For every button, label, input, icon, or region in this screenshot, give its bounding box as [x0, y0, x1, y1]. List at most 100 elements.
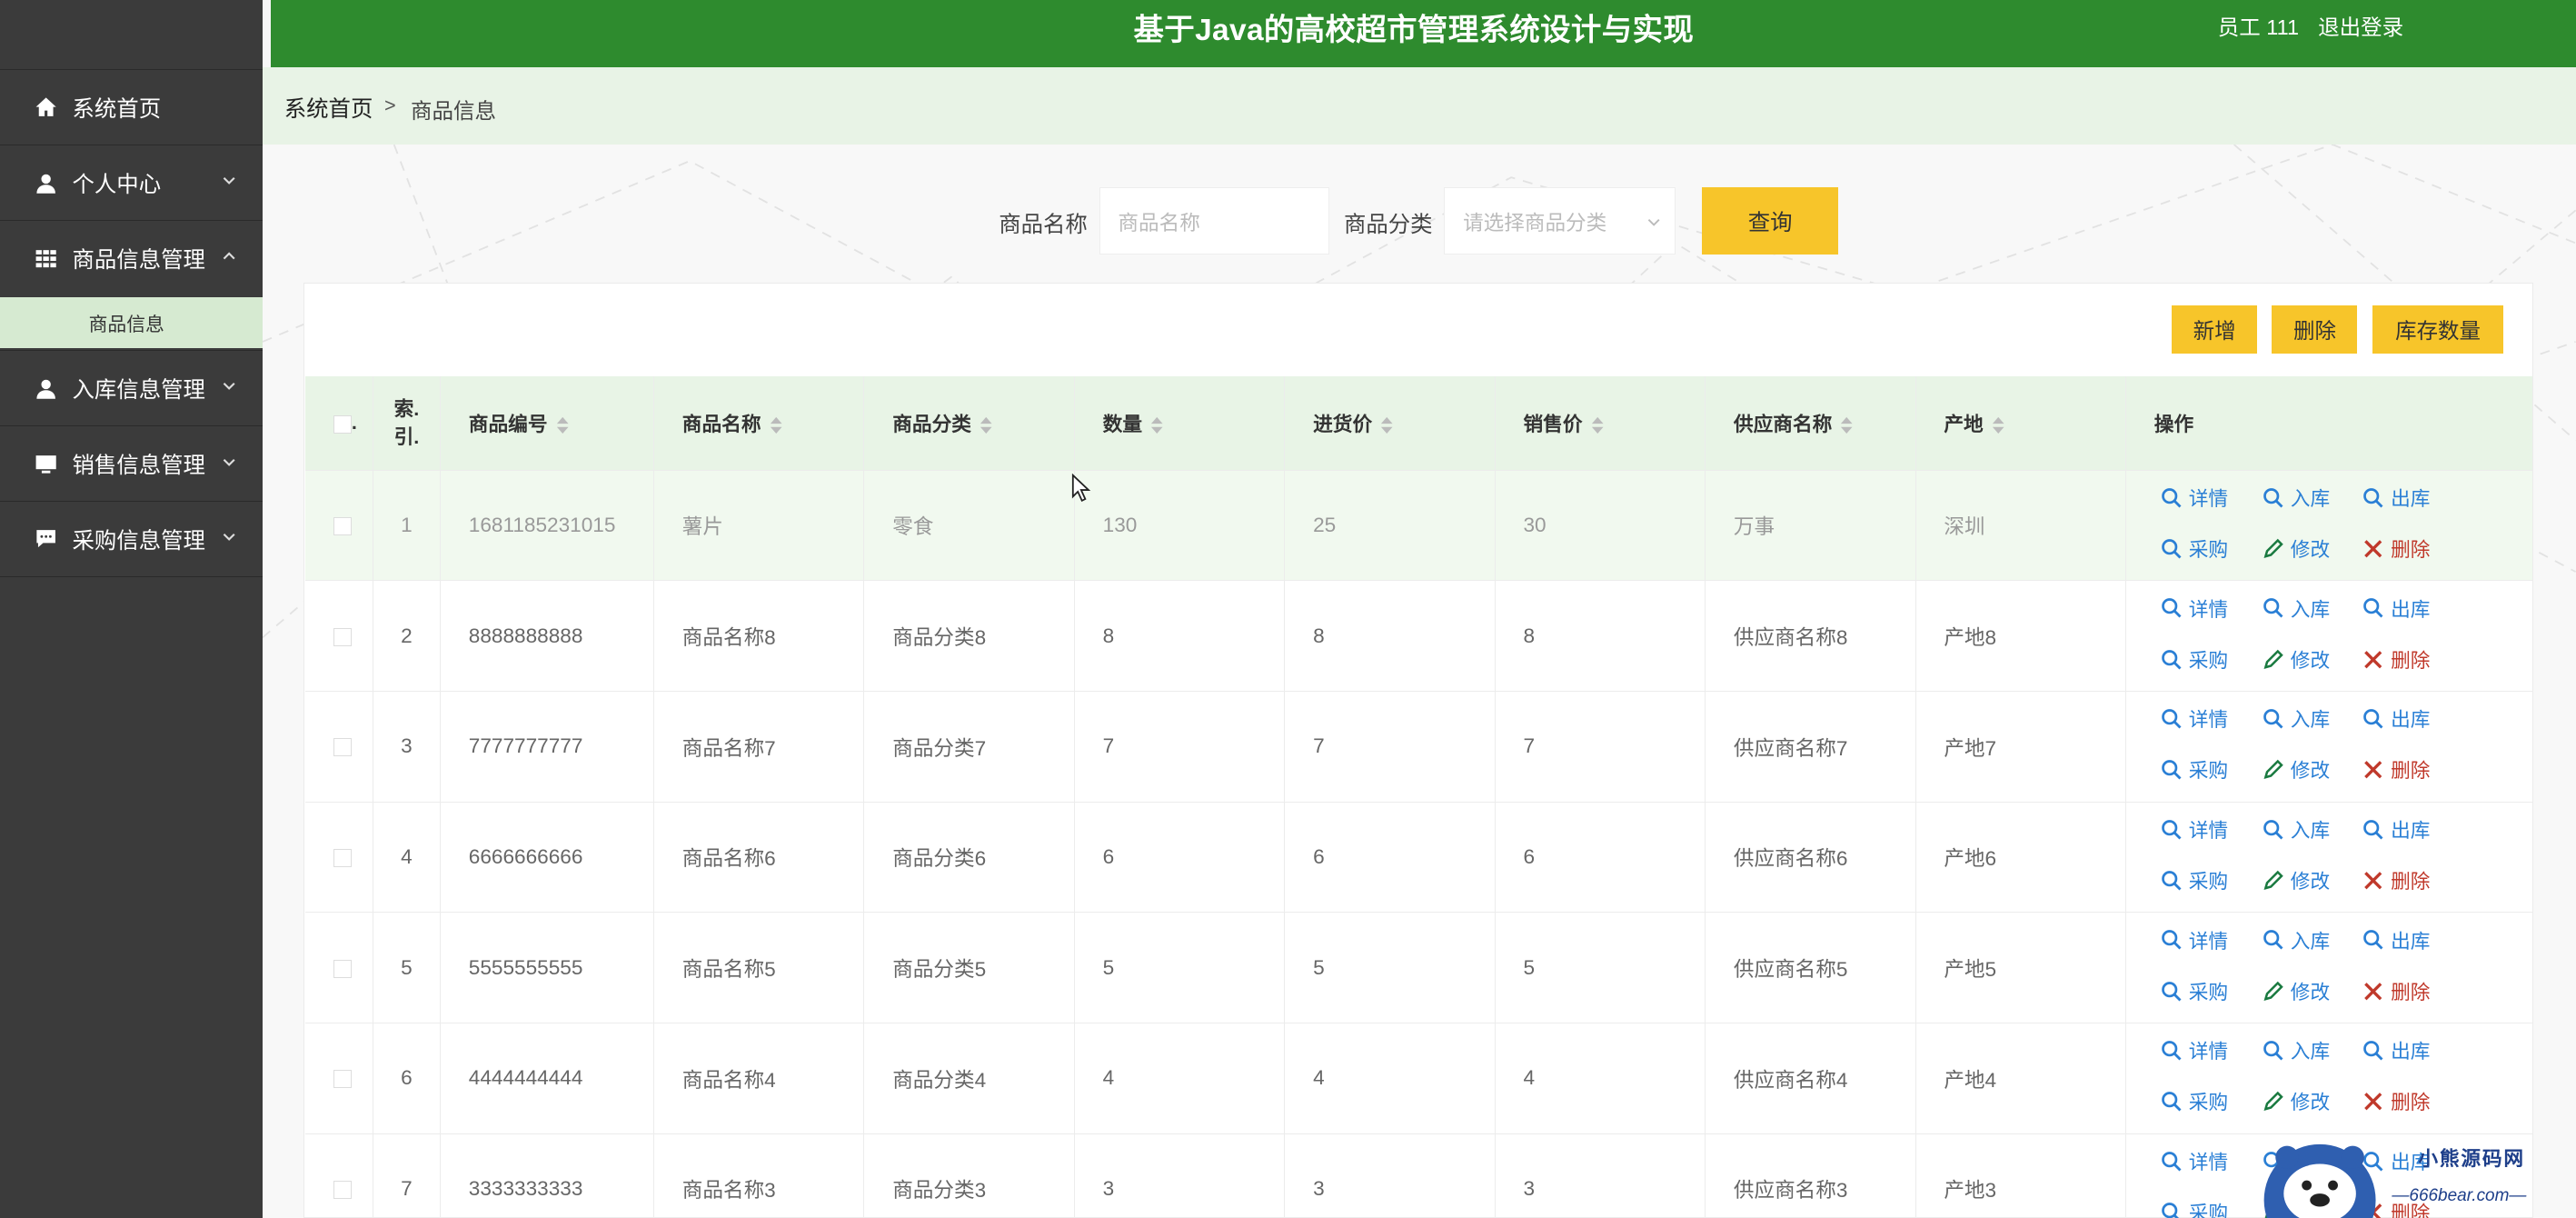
delete-button[interactable]: 删除: [2272, 305, 2358, 354]
header-sale-price[interactable]: 销售价: [1495, 376, 1706, 471]
purchase-action[interactable]: 采购: [2161, 1198, 2228, 1218]
purchase-action[interactable]: 采购: [2161, 1087, 2228, 1115]
detail-action[interactable]: 详情: [2161, 484, 2228, 512]
sort-icon[interactable]: [1992, 416, 2004, 434]
header-origin[interactable]: 产地: [1915, 376, 2127, 471]
table-row[interactable]: 6 4444444444 商品名称4 商品分类4 4 4 4 供应商名称4 产地4 详情 入库 出库采…: [305, 1023, 2533, 1134]
row-select-cell[interactable]: [305, 470, 373, 582]
row-checkbox[interactable]: [333, 1070, 352, 1089]
sort-icon[interactable]: [556, 416, 569, 434]
detail-action[interactable]: 详情: [2161, 704, 2228, 733]
sort-icon[interactable]: [1591, 416, 1604, 434]
row-select-cell[interactable]: [305, 580, 373, 692]
sort-icon[interactable]: [1150, 416, 1163, 434]
sort-icon[interactable]: [1380, 416, 1393, 434]
delete-action[interactable]: 删除: [2362, 645, 2430, 674]
row-select-cell[interactable]: [305, 802, 373, 914]
sort-icon[interactable]: [980, 416, 992, 434]
edit-action[interactable]: 修改: [2263, 866, 2330, 894]
edit-action[interactable]: 修改: [2263, 755, 2330, 784]
stock-quantity-button[interactable]: 库存数量: [2372, 305, 2504, 354]
search-icon: [2263, 1041, 2283, 1061]
inbound-action[interactable]: 入库: [2263, 484, 2330, 512]
inbound-action[interactable]: 入库: [2263, 594, 2330, 623]
header-category[interactable]: 商品分类: [863, 376, 1075, 471]
purchase-action[interactable]: 采购: [2161, 866, 2228, 894]
row-checkbox[interactable]: [333, 627, 352, 646]
detail-action[interactable]: 详情: [2161, 1036, 2228, 1064]
search-icon: [2363, 487, 2383, 508]
select-all-header[interactable]: .: [305, 376, 373, 471]
edit-action[interactable]: 修改: [2263, 645, 2330, 674]
detail-action[interactable]: 详情: [2161, 926, 2228, 954]
sort-icon[interactable]: [770, 416, 782, 434]
table-row[interactable]: 3 7777777777 商品名称7 商品分类7 7 7 7 供应商名称7 产地7 详情 入库 出库采…: [305, 691, 2533, 803]
row-select-cell[interactable]: [305, 912, 373, 1023]
delete-action[interactable]: 删除: [2362, 534, 2430, 563]
sidebar-item-home[interactable]: 系统首页: [0, 68, 264, 145]
header-qty[interactable]: 数量: [1074, 376, 1286, 471]
sidebar-item-inbound-management[interactable]: 入库信息管理: [0, 350, 264, 425]
delete-action[interactable]: 删除: [2362, 977, 2430, 1005]
delete-action[interactable]: 删除: [2362, 1087, 2430, 1115]
edit-action[interactable]: 修改: [2263, 1087, 2330, 1115]
header-purchase-price[interactable]: 进货价: [1284, 376, 1496, 471]
header-code[interactable]: 商品编号: [440, 376, 655, 471]
table-row[interactable]: 73333333333商品名称3商品分类3333供应商名称3产地3详情入库出库采…: [305, 1133, 2533, 1218]
purchase-action[interactable]: 采购: [2161, 977, 2228, 1005]
sidebar-item-sales-management[interactable]: 销售信息管理: [0, 425, 264, 501]
outbound-action[interactable]: 出库: [2362, 1036, 2430, 1064]
row-checkbox[interactable]: [333, 1181, 352, 1199]
logout-link[interactable]: 退出登录: [2318, 10, 2403, 41]
table-row[interactable]: 1 1681185231015 薯片 零食 130 25 30 万事 深圳 详情 入库 出库 采购 修改 删…: [305, 470, 2533, 582]
sidebar-item-product-management[interactable]: 商品信息管理: [0, 220, 264, 295]
row-checkbox[interactable]: [333, 517, 352, 535]
table-row[interactable]: 4 6666666666 商品名称6 商品分类6 6 6 6 供应商名称6 产地6 详情 入库 出库采…: [305, 802, 2533, 914]
row-select-cell[interactable]: [305, 1023, 373, 1134]
row-select-cell[interactable]: [305, 691, 373, 803]
query-button[interactable]: 查询: [1702, 187, 1839, 255]
table-row[interactable]: 2 8888888888 商品名称8 商品分类8 8 8 8 供应商名称8 产地8 详情 入库 出库采…: [305, 580, 2533, 692]
inbound-action[interactable]: 入库: [2263, 704, 2330, 733]
header-supplier[interactable]: 供应商名称: [1705, 376, 1916, 471]
breadcrumb-home-link[interactable]: 系统首页: [284, 92, 373, 124]
inbound-action[interactable]: 入库: [2263, 926, 2330, 954]
inbound-action-label: 入库: [2290, 487, 2331, 511]
detail-action[interactable]: 详情: [2161, 1147, 2228, 1175]
search-icon: [2363, 709, 2383, 729]
edit-action[interactable]: 修改: [2263, 534, 2330, 563]
cell-supplier: 供应商名称3: [1705, 1133, 1916, 1218]
detail-action[interactable]: 详情: [2161, 815, 2228, 844]
purchase-action[interactable]: 采购: [2161, 534, 2228, 563]
add-button[interactable]: 新增: [2172, 305, 2258, 354]
sort-icon[interactable]: [1840, 416, 1853, 434]
search-icon: [2363, 598, 2383, 618]
row-select-cell[interactable]: [305, 1133, 373, 1218]
inbound-action-label: 入库: [2290, 1040, 2331, 1063]
purchase-action[interactable]: 采购: [2161, 755, 2228, 784]
purchase-action[interactable]: 采购: [2161, 645, 2228, 674]
table-row[interactable]: 5 5555555555 商品名称5 商品分类5 5 5 5 供应商名称5 产地5 详情 入库 出库采…: [305, 912, 2533, 1023]
user-icon: [35, 377, 57, 400]
outbound-action[interactable]: 出库: [2362, 815, 2430, 844]
sidebar-item-purchase-management[interactable]: 采购信息管理: [0, 501, 264, 577]
outbound-action[interactable]: 出库: [2362, 484, 2430, 512]
row-checkbox[interactable]: [333, 738, 352, 757]
sidebar-subitem-product-info[interactable]: 商品信息: [0, 297, 264, 349]
delete-action[interactable]: 删除: [2362, 755, 2430, 784]
header-name[interactable]: 商品名称: [653, 376, 865, 471]
product-category-select[interactable]: 请选择商品分类: [1444, 187, 1676, 255]
outbound-action[interactable]: 出库: [2362, 926, 2430, 954]
inbound-action[interactable]: 入库: [2263, 815, 2330, 844]
select-all-checkbox[interactable]: [333, 414, 352, 434]
row-checkbox[interactable]: [333, 849, 352, 867]
outbound-action[interactable]: 出库: [2362, 704, 2430, 733]
row-checkbox[interactable]: [333, 959, 352, 978]
sidebar-item-personal-center[interactable]: 个人中心: [0, 145, 264, 220]
edit-action[interactable]: 修改: [2263, 977, 2330, 1005]
delete-action[interactable]: 删除: [2362, 866, 2430, 894]
product-name-input[interactable]: 商品名称: [1099, 187, 1329, 255]
outbound-action[interactable]: 出库: [2362, 594, 2430, 623]
detail-action[interactable]: 详情: [2161, 594, 2228, 623]
inbound-action[interactable]: 入库: [2263, 1036, 2330, 1064]
